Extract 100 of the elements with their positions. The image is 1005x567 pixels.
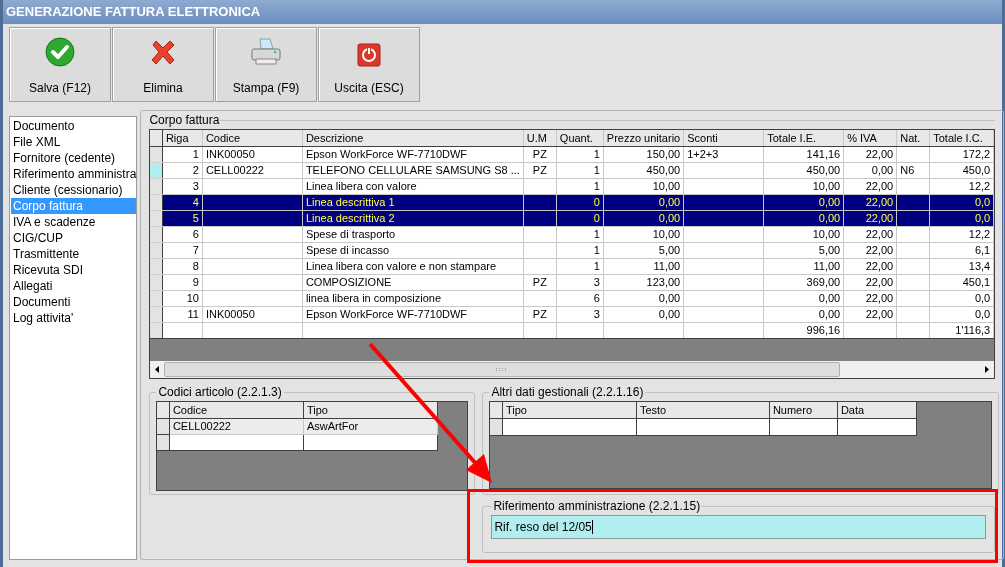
table-cell: 11: [187, 308, 199, 320]
table-cell: TELEFONO CELLULARE SAMSUNG S8 ...: [305, 164, 520, 176]
table-cell: 0,00: [818, 308, 841, 320]
table-cell: CELL00222: [205, 164, 264, 176]
table-cell: 0,0: [974, 308, 991, 320]
toolbar-button[interactable]: Elimina: [112, 27, 214, 102]
table-cell: 369,00: [806, 276, 841, 288]
table-cell: 0,00: [871, 164, 894, 176]
column-header[interactable]: Numero: [772, 403, 812, 416]
column-header[interactable]: % IVA: [847, 131, 877, 144]
table-cell: 0,00: [658, 308, 681, 320]
table-cell: 123,00: [646, 276, 681, 288]
section-item[interactable]: Trasmittente: [11, 246, 137, 262]
column-header[interactable]: Tipo: [306, 403, 328, 416]
column-header[interactable]: Codice: [205, 131, 241, 144]
section-item[interactable]: Log attivita': [11, 310, 137, 326]
table-cell: PZ: [532, 148, 547, 160]
group-title: Riferimento amministrazione (2.2.1.15): [492, 498, 702, 515]
toolbar-button[interactable]: Salva (F12): [9, 27, 111, 102]
table-cell: 1: [593, 228, 600, 240]
column-header[interactable]: Descrizione: [305, 131, 364, 144]
table-cell: Spese di incasso: [305, 244, 390, 256]
table-cell: Linea descrittiva 1: [305, 196, 395, 208]
power-icon: [357, 43, 381, 67]
table-cell: AswArtFor: [306, 420, 359, 432]
field-value: Rif. reso del 12/05: [494, 519, 592, 536]
table-cell: 6: [593, 292, 600, 304]
section-item[interactable]: IVA e scadenze: [11, 214, 137, 230]
table-cell: Linea libera con valore e non stampare: [305, 260, 497, 272]
table-cell: Linea libera con valore: [305, 180, 417, 192]
table-cell: 0,00: [658, 292, 681, 304]
table-cell: Spese di trasporto: [305, 228, 396, 240]
table-cell: 450,00: [646, 164, 681, 176]
section-item[interactable]: Documento: [11, 118, 137, 134]
table-cell: 22,00: [865, 180, 894, 192]
table-cell: Linea descrittiva 2: [305, 212, 395, 224]
table-cell: 6,1: [974, 244, 991, 256]
table-cell: 9: [192, 276, 199, 288]
section-item[interactable]: Allegati: [11, 278, 137, 294]
table-cell: 0,0: [974, 292, 991, 304]
table-cell: 0,00: [818, 212, 841, 224]
column-header[interactable]: Sconti: [687, 131, 718, 144]
column-header[interactable]: Quant.: [559, 131, 593, 144]
table-cell: 0,0: [974, 212, 991, 224]
table-cell: 12,2: [968, 180, 991, 192]
column-header[interactable]: Codice: [172, 403, 208, 416]
column-header[interactable]: Data: [840, 403, 865, 416]
section-item[interactable]: Ricevuta SDI: [11, 262, 137, 278]
table-cell: 450,0: [962, 164, 991, 176]
table-cell: 22,00: [865, 260, 894, 272]
group-title: Altri dati gestionali (2.2.1.16): [490, 384, 645, 401]
table-cell: 12,2: [968, 228, 991, 240]
section-item[interactable]: File XML: [11, 134, 137, 150]
table-cell: 22,00: [865, 276, 894, 288]
column-header[interactable]: Prezzo unitario: [606, 131, 681, 144]
table-cell: linea libera in composizione: [305, 292, 441, 304]
table-cell: 11,00: [813, 260, 841, 272]
column-header[interactable]: Tipo: [505, 403, 527, 416]
table-cell: 3: [192, 180, 199, 192]
table-cell: Epson WorkForce WF-7710DWF: [305, 148, 468, 160]
table-cell: 22,00: [865, 212, 894, 224]
table-cell: 6: [192, 228, 199, 240]
table-cell: PZ: [532, 164, 547, 176]
checkmark-icon: [45, 37, 75, 67]
reference-input-field[interactable]: Rif. reso del 12/05: [491, 515, 987, 539]
horizontal-scrollbar[interactable]: [150, 361, 995, 378]
section-item[interactable]: Cliente (cessionario): [11, 182, 137, 198]
table-cell: 22,00: [865, 228, 894, 240]
toolbar-button[interactable]: Uscita (ESC): [318, 27, 420, 102]
section-item[interactable]: CIG/CUP: [11, 230, 137, 246]
table-cell: 22,00: [865, 308, 894, 320]
column-header[interactable]: Totale I.C.: [933, 131, 983, 144]
group-title: Codici articolo (2.2.1.3): [157, 384, 283, 401]
table-cell: 0,0: [974, 196, 991, 208]
section-item[interactable]: Riferimento amministra: [11, 166, 137, 182]
table-cell: 5,00: [658, 244, 681, 256]
column-header[interactable]: U.M: [526, 131, 547, 144]
table-cell: Epson WorkForce WF-7710DWF: [305, 308, 468, 320]
table-cell: 3: [593, 276, 600, 288]
table-cell: 141,16: [806, 148, 841, 160]
column-header[interactable]: Totale I.E.: [767, 131, 817, 144]
table-cell: 13,4: [968, 260, 991, 272]
column-header[interactable]: Testo: [639, 403, 667, 416]
table-cell: 150,00: [646, 148, 681, 160]
table-cell: 1: [593, 164, 600, 176]
table-cell: 4: [192, 196, 199, 208]
table-cell: 1: [192, 148, 199, 160]
table-cell: 1: [593, 180, 600, 192]
table-cell: 10,00: [652, 180, 681, 192]
toolbar-button[interactable]: Stampa (F9): [215, 27, 317, 102]
table-cell: INK00050: [205, 148, 255, 160]
window-title: GENERAZIONE FATTURA ELETTRONICA: [6, 3, 261, 22]
table-cell: 0,00: [658, 196, 681, 208]
table-cell: 172,2: [962, 148, 991, 160]
column-header[interactable]: Riga: [165, 131, 189, 144]
section-item[interactable]: Documenti: [11, 294, 137, 310]
printer-icon: [250, 37, 282, 67]
table-cell: 450,1: [962, 276, 991, 288]
section-item[interactable]: Fornitore (cedente): [11, 150, 137, 166]
column-header[interactable]: Nat.: [900, 131, 921, 144]
